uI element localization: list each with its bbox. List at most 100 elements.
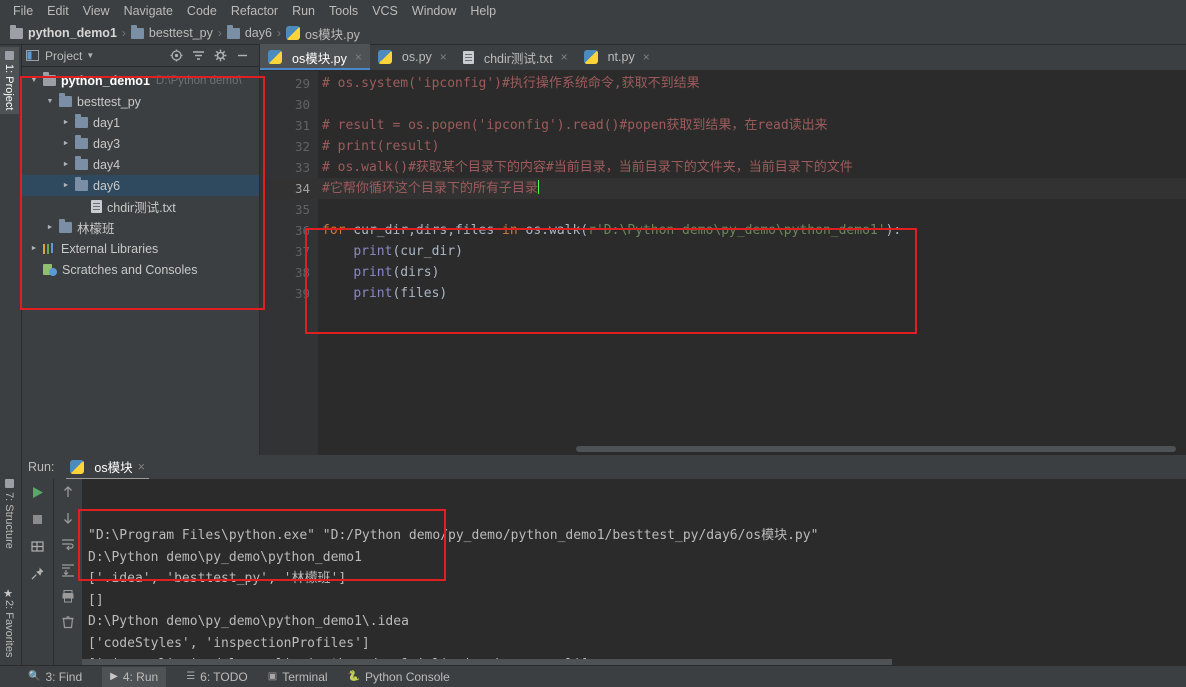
breadcrumb-item-1[interactable]: besttest_py	[130, 24, 213, 40]
menu-item-file[interactable]: File	[6, 2, 40, 20]
code-token: os.walk(	[517, 223, 589, 238]
tree-item-day6[interactable]: day6	[22, 175, 259, 196]
target-icon[interactable]	[170, 49, 183, 62]
code-line[interactable]: # result = os.popen('ipconfig').read()#p…	[318, 115, 1186, 136]
code-line[interactable]: # os.walk()#获取某个目录下的内容#当前目录，当前目录下的文件夹，当前…	[318, 157, 1186, 178]
hide-icon[interactable]	[236, 49, 249, 62]
menu-item-refactor[interactable]: Refactor	[224, 2, 285, 20]
search-icon: 🔍	[28, 671, 41, 682]
tree-item-externallibraries[interactable]: External Libraries	[22, 238, 259, 259]
tree-item-chdirtxt[interactable]: chdir测试.txt	[22, 196, 259, 217]
code-line[interactable]: #它帮你循环这个目录下的所有子目录	[318, 178, 1186, 199]
soft-wrap-icon[interactable]	[61, 537, 75, 551]
tree-item-scratchesandconsoles[interactable]: Scratches and Consoles	[22, 259, 259, 280]
tree-item-label: 林檬班	[77, 222, 115, 236]
layout-icon[interactable]	[30, 539, 45, 554]
tree-item-label: External Libraries	[61, 241, 159, 256]
collapse-all-icon[interactable]	[192, 49, 205, 62]
close-icon[interactable]: ×	[561, 50, 568, 64]
menu-item-view[interactable]: View	[76, 2, 117, 20]
run-icon[interactable]	[30, 485, 45, 500]
chevron-right-icon[interactable]	[44, 222, 56, 234]
project-tree: python_demo1 D:\Python demo\ besttest_pyda…	[22, 67, 259, 280]
breadcrumb-item-0[interactable]: python_demo1	[10, 24, 117, 40]
editor-code-area[interactable]: # os.system('ipconfig')#执行操作系统命令,获取不到结果 #…	[318, 71, 1186, 455]
code-editor[interactable]: 29 30 31 32 33 34 35 36 37 38 39 # os.system('ipco…	[260, 71, 1186, 455]
breadcrumb-separator: ›	[217, 26, 222, 40]
chevron-down-icon[interactable]	[28, 75, 40, 87]
tree-item-label: besttest_py	[77, 94, 141, 109]
code-line[interactable]: print(dirs)	[318, 262, 1186, 283]
chevron-down-icon[interactable]	[44, 96, 56, 108]
editor-horizontal-scrollbar[interactable]	[576, 446, 1176, 452]
pin-icon[interactable]	[30, 566, 45, 581]
status-bar-item-todo[interactable]: ☰ 6: TODO	[186, 670, 248, 684]
down-arrow-icon[interactable]	[61, 511, 75, 525]
close-icon[interactable]: ×	[138, 460, 145, 474]
run-configuration-tab[interactable]: os模块 ×	[62, 454, 153, 480]
run-icon: ▶	[110, 671, 118, 682]
menu-item-edit[interactable]: Edit	[40, 2, 76, 20]
close-icon[interactable]: ×	[355, 50, 362, 64]
status-bar-item-pythonconsole[interactable]: 🐍 Python Console	[348, 670, 450, 684]
tree-item-day3[interactable]: day3	[22, 133, 259, 154]
scroll-to-end-icon[interactable]	[61, 563, 75, 577]
chevron-down-icon[interactable]: ▼	[86, 51, 94, 60]
run-panel-label: Run:	[28, 460, 55, 474]
python-file-icon	[268, 50, 282, 64]
tool-window-tab-label: 7: Structure	[3, 492, 15, 549]
print-icon[interactable]	[61, 589, 75, 603]
editor-tab-3[interactable]: nt.py ×	[576, 44, 658, 70]
tree-item-day1[interactable]: day1	[22, 112, 259, 133]
tool-window-tab-project[interactable]: 1: Project	[0, 47, 19, 115]
code-line[interactable]: print(files)	[318, 283, 1186, 304]
chevron-right-icon[interactable]	[60, 138, 72, 150]
tool-window-tab-structure[interactable]: 7: Structure	[0, 475, 19, 553]
tree-item-path: D:\Python demo\	[155, 74, 242, 87]
tool-window-tab-favorites[interactable]: ★ 2: Favorites	[0, 583, 19, 661]
code-line[interactable]: # os.system('ipconfig')#执行操作系统命令,获取不到结果	[318, 73, 1186, 94]
chevron-right-icon[interactable]	[60, 117, 72, 129]
run-console-output[interactable]: "D:\Program Files\python.exe" "D:/Python…	[82, 479, 1186, 665]
close-icon[interactable]: ×	[440, 50, 447, 64]
tree-item-besttest_py[interactable]: besttest_py	[22, 91, 259, 112]
stop-icon[interactable]	[30, 512, 45, 527]
menu-item-vcs[interactable]: VCS	[365, 2, 405, 20]
tree-item-python_demo1[interactable]: python_demo1 D:\Python demo\	[22, 70, 259, 91]
code-token: r'D:\Python demo\py_demo\python_demo1'	[588, 223, 886, 238]
chevron-right-icon[interactable]	[60, 180, 72, 192]
python-console-icon: 🐍	[347, 671, 361, 682]
code-line[interactable]: for cur_dir,dirs,files in os.walk(r'D:\P…	[318, 220, 1186, 241]
editor-tab-1[interactable]: os.py ×	[370, 44, 455, 70]
breadcrumb-label: python_demo1	[28, 26, 117, 40]
status-bar-item-find[interactable]: 🔍 3: Find	[28, 670, 82, 684]
gear-icon[interactable]	[214, 49, 227, 62]
editor-tab-2[interactable]: chdir测试.txt ×	[455, 44, 576, 70]
code-line[interactable]: # print(result)	[318, 136, 1186, 157]
code-token: # os.system('ipconfig')#执行操作系统命令,获取不到结果	[322, 76, 700, 91]
tree-item-[interactable]: 林檬班	[22, 217, 259, 238]
up-arrow-icon[interactable]	[61, 485, 75, 499]
close-icon[interactable]: ×	[643, 50, 650, 64]
editor-tab-0[interactable]: os模块.py ×	[260, 44, 370, 70]
run-tab-label: os模块	[94, 461, 133, 475]
code-line[interactable]	[318, 94, 1186, 115]
menu-bar: File Edit View Navigate Code Refactor Run Tools…	[0, 0, 1186, 22]
chevron-right-icon[interactable]	[28, 243, 40, 255]
breadcrumb-item-3[interactable]: os模块.py	[285, 24, 360, 43]
gutter-line-number: 34	[260, 178, 318, 199]
menu-item-tools[interactable]: Tools	[322, 2, 365, 20]
code-line[interactable]	[318, 199, 1186, 220]
status-bar-item-terminal[interactable]: ▣ Terminal	[268, 670, 328, 684]
breadcrumb-item-2[interactable]: day6	[226, 24, 272, 40]
menu-item-help[interactable]: Help	[463, 2, 503, 20]
menu-item-window[interactable]: Window	[405, 2, 463, 20]
chevron-right-icon[interactable]	[60, 159, 72, 171]
menu-item-code[interactable]: Code	[180, 2, 224, 20]
menu-item-navigate[interactable]: Navigate	[117, 2, 180, 20]
menu-item-run[interactable]: Run	[285, 2, 322, 20]
status-bar-item-run[interactable]: ▶ 4: Run	[102, 666, 167, 687]
tree-item-day4[interactable]: day4	[22, 154, 259, 175]
code-line[interactable]: print(cur_dir)	[318, 241, 1186, 262]
trash-icon[interactable]	[61, 615, 75, 629]
